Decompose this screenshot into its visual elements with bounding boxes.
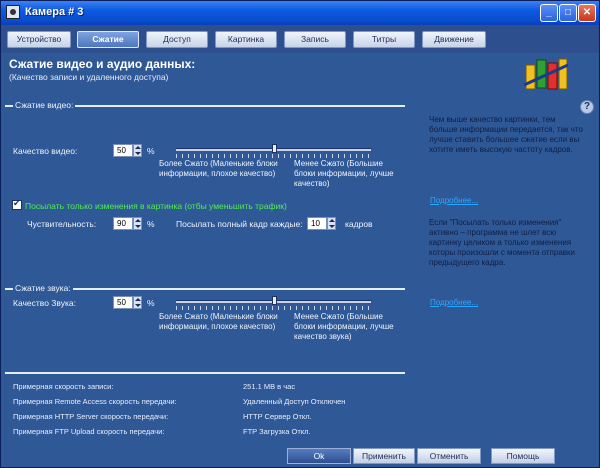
video-quality-spinner[interactable] [133,144,142,157]
video-quality-thumb[interactable] [271,144,277,153]
ok-button[interactable]: Ok [287,448,351,464]
audio-quality-thumb[interactable] [271,296,277,305]
help-button[interactable]: Помощь [491,448,555,464]
page-title: Сжатие видео и аудио данных: [9,57,196,71]
tab-motion[interactable]: Движение [422,31,486,48]
stat-ftp-label: Примерная FTP Upload скорость передачи: [13,427,165,436]
tab-bar: Устройство Сжатие Доступ Картинка Запись… [1,25,599,53]
sensitivity-label: Чуствительность: [27,219,97,229]
video-quality-label: Качество видео: [13,146,78,156]
stat-remote-value: Удаленный Доступ Отключен [243,397,346,406]
compression-panel: Сжатие видео и аудио данных: (Качество з… [1,53,599,446]
audio-more-quality-caption: Менее Сжато (Большие блоки информации, л… [294,312,394,341]
settings-window: Камера # 3 _ □ ✕ Устройство Сжатие Досту… [0,0,600,468]
apply-button[interactable]: Применить [353,448,415,464]
video-quality-percent: % [147,146,155,156]
audio-quality-percent: % [147,298,155,308]
video-quality-input[interactable]: 50 [113,144,133,157]
stat-http-label: Примерная HTTP Server скорость передачи: [13,412,169,421]
minimize-button[interactable]: _ [540,4,558,22]
stat-http-value: HTTP Сервер Откл. [243,412,312,421]
audio-quality-input[interactable]: 50 [113,296,133,309]
keyframe-spinner[interactable] [327,217,336,230]
stats-separator [5,372,405,374]
quality-info-text: Чем выше качество картинки, тем больше и… [429,115,583,154]
page-subtitle: (Качество записи и удаленного доступа) [9,72,169,82]
sensitivity-input[interactable]: 90 [113,217,133,230]
video-quality-ticks [176,154,371,158]
frames-label: кадров [345,219,373,229]
camera-icon [6,5,20,19]
stat-remote-label: Примерная Remote Access скорость передач… [13,397,177,406]
sensitivity-percent: % [147,219,155,229]
audio-quality-spinner[interactable] [133,296,142,309]
audio-quality-label: Качество Звука: [13,298,77,308]
video-less-quality-caption: Более Сжато (Маленькие блоки информации,… [159,159,278,178]
more-info-link-1[interactable]: Подробнее... [430,196,478,205]
audio-section-label: Сжатие звука: [13,283,73,293]
stat-recording-value: 251.1 MB в час [243,382,296,391]
changes-info-text: Если "Посылать только изменения" активно… [429,218,575,267]
tab-device[interactable]: Устройство [7,31,71,48]
audio-less-quality-caption: Более Сжато (Маленькие блоки информации,… [159,312,278,331]
send-changes-checkbox[interactable] [12,198,22,210]
more-info-link-2[interactable]: Подробнее... [430,298,478,307]
window-title: Камера # 3 [25,6,84,18]
send-changes-label[interactable]: Посылать только изменения в картинка (от… [25,201,287,211]
tab-compression[interactable]: Сжатие [77,31,139,48]
stat-ftp-value: FTP Загрузка Откл. [243,427,311,436]
keyframe-input[interactable]: 10 [307,217,327,230]
film-reel-icon [524,58,569,90]
audio-quality-ticks [176,306,371,310]
tab-captions[interactable]: Титры [353,31,415,48]
video-more-quality-caption: Менее Сжато (Большие блоки информации, л… [294,159,394,188]
button-bar: Ok Применить Отменить Помощь [1,446,599,467]
help-icon[interactable]: ? [580,100,594,114]
sensitivity-spinner[interactable] [133,217,142,230]
close-button[interactable]: ✕ [578,4,596,22]
tab-access[interactable]: Доступ [146,31,208,48]
video-section-label: Сжатие видео: [13,100,76,110]
tab-recording[interactable]: Запись [284,31,346,48]
title-bar[interactable]: Камера # 3 _ □ ✕ [1,1,599,25]
maximize-button[interactable]: □ [559,4,577,22]
stat-recording-label: Примерная скорость записи: [13,382,114,391]
tab-picture[interactable]: Картинка [215,31,277,48]
cancel-button[interactable]: Отменить [417,448,481,464]
keyframe-label: Посылать полный кадр каждые: [176,219,303,229]
